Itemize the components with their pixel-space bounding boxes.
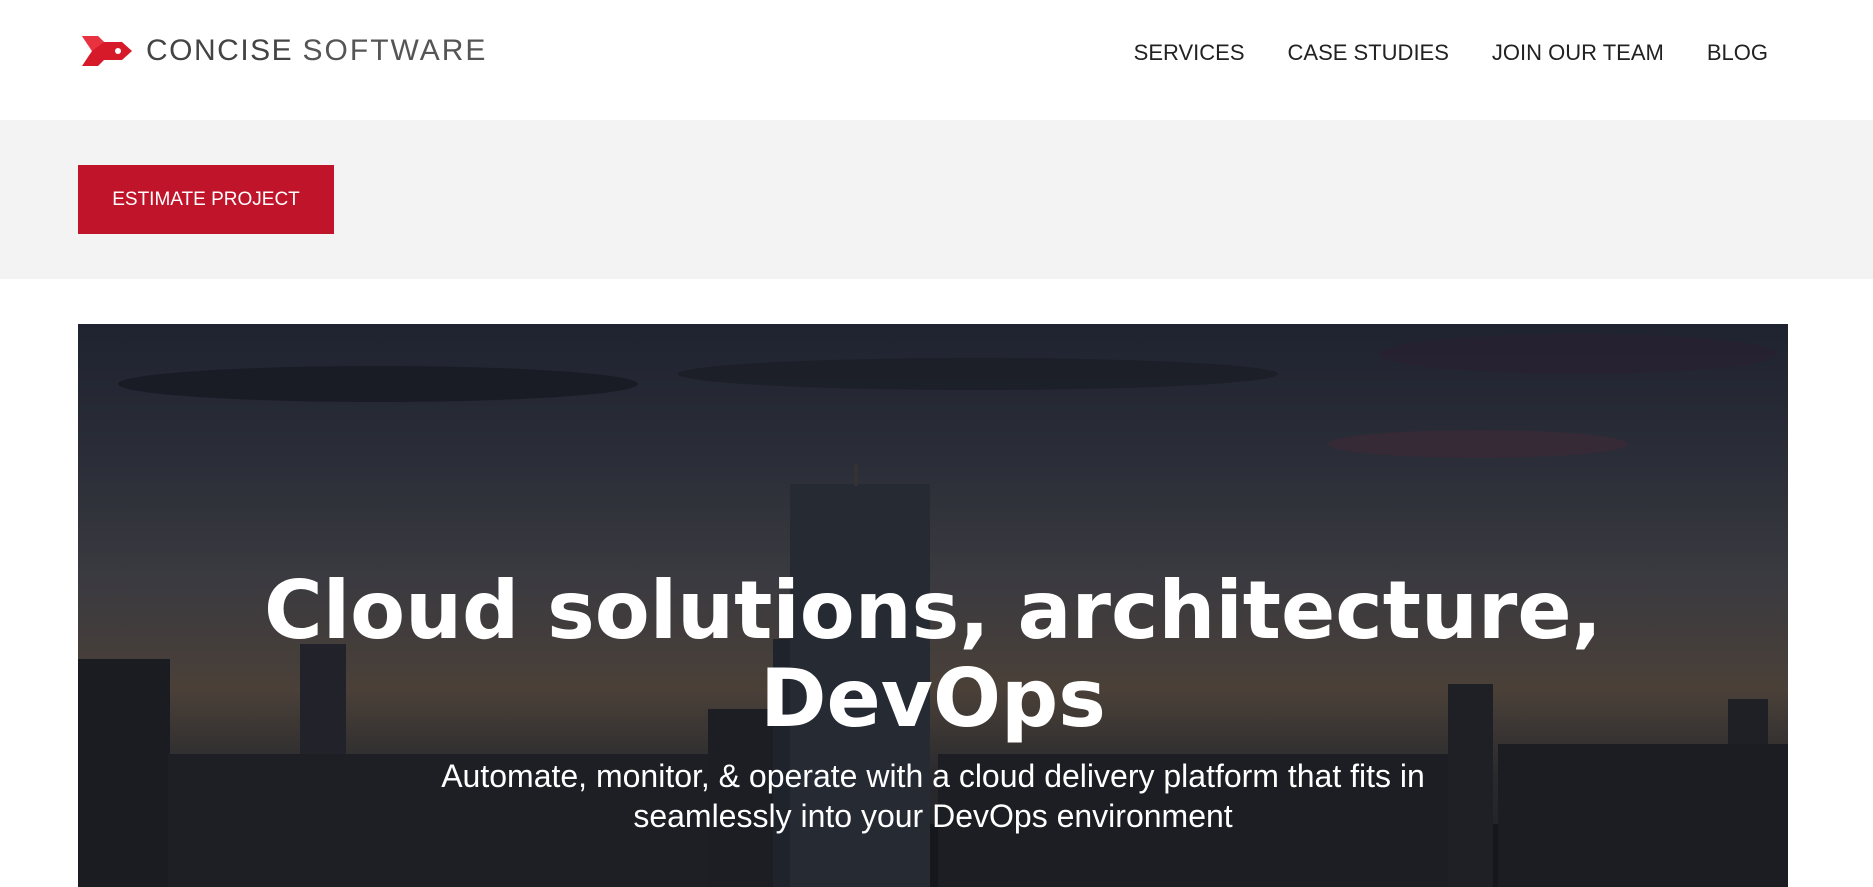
nav-services[interactable]: SERVICES (1134, 40, 1245, 66)
nav-join-our-team[interactable]: JOIN OUR TEAM (1492, 40, 1664, 66)
logo-text: CONCISE SOFTWARE (146, 34, 487, 68)
nav-blog[interactable]: BLOG (1707, 40, 1768, 66)
site-header: CONCISE SOFTWARE SERVICES CASE STUDIES J… (0, 0, 1873, 120)
logo[interactable]: CONCISE SOFTWARE (82, 34, 487, 68)
logo-text-software: SOFTWARE (302, 34, 488, 67)
hero-title: Cloud solutions, architecture, DevOps (263, 564, 1602, 745)
hero-banner: Cloud solutions, architecture, DevOps Au… (78, 324, 1788, 887)
logo-text-concise: CONCISE (146, 34, 294, 67)
main-nav: SERVICES CASE STUDIES JOIN OUR TEAM BLOG (1134, 40, 1768, 66)
nav-case-studies[interactable]: CASE STUDIES (1288, 40, 1449, 66)
rocket-logo-icon (82, 36, 132, 66)
hero-subtitle: Automate, monitor, & operate with a clou… (441, 758, 1425, 834)
cta-band: ESTIMATE PROJECT (0, 120, 1873, 279)
estimate-project-button[interactable]: ESTIMATE PROJECT (78, 165, 334, 234)
